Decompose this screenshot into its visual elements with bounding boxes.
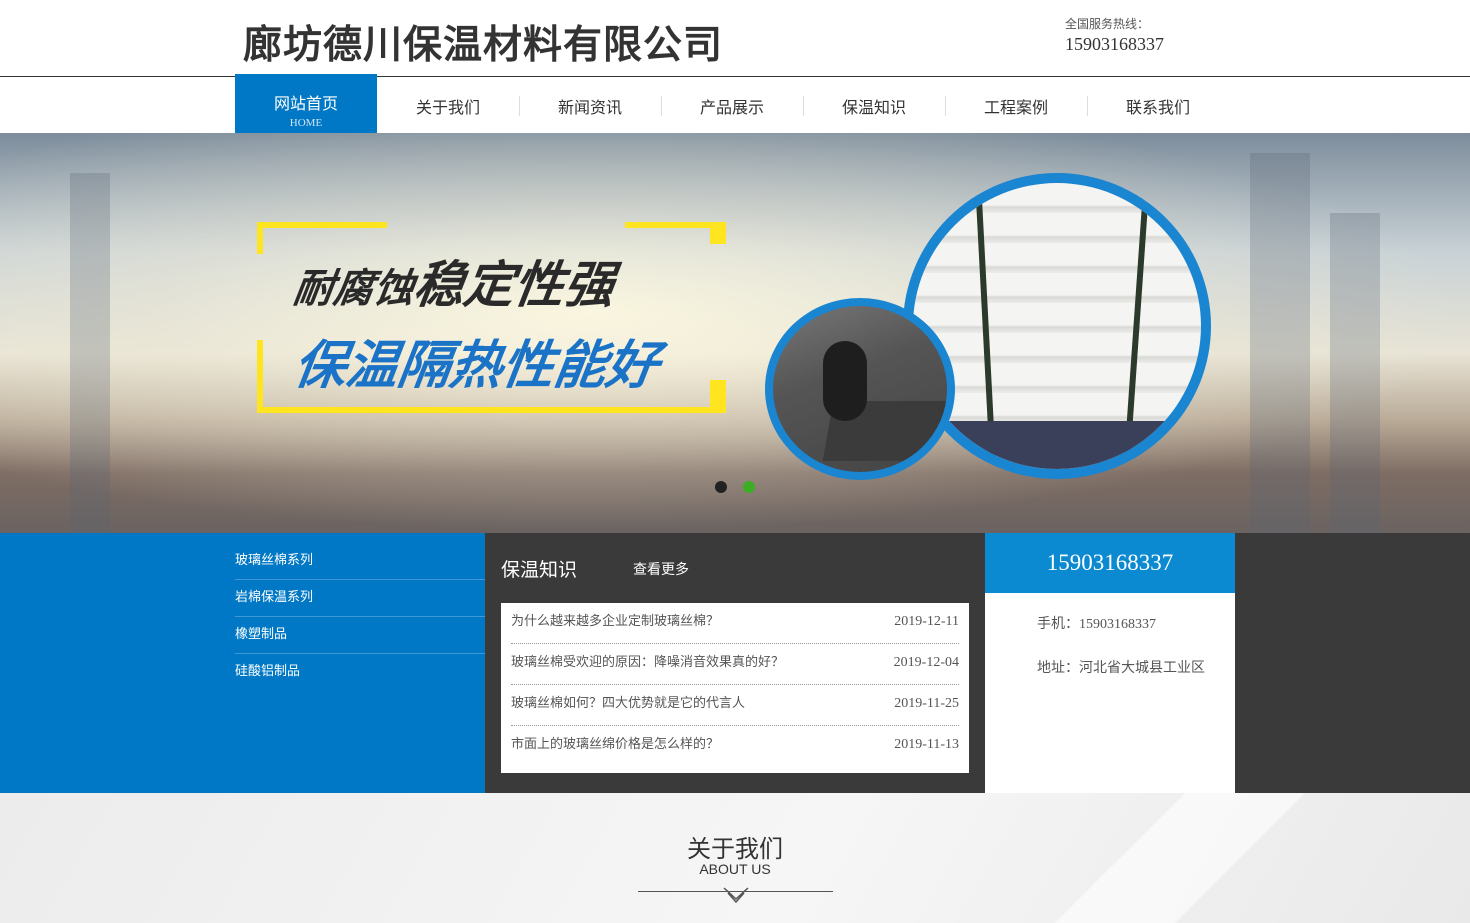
banner-slogan-line1-big: 稳定性强 [410,256,619,314]
hero-banner[interactable]: 耐腐蚀稳定性强 保温隔热性能好 [0,133,1470,533]
info-band: 玻璃丝棉系列 岩棉保温系列 橡塑制品 硅酸铝制品 保温知识 查看更多 为什么越来… [0,533,1470,793]
news-item-title[interactable]: 玻璃丝棉受欢迎的原因：降噪消音效果真的好？ [511,644,784,684]
nav-item-home[interactable]: 网站首页 HOME [235,74,377,133]
news-list-item[interactable]: 玻璃丝棉如何？四大优势就是它的代言人 2019-11-25 [511,685,959,726]
slider-dot-2[interactable] [743,481,755,493]
hotline-number: 15903168337 [1065,34,1164,54]
about-section-subtitle: ABOUT US [699,861,771,877]
banner-skyline-building [70,173,110,533]
nav-item-label: 新闻资讯 [557,98,622,117]
news-item-date: 2019-12-04 [893,655,959,670]
nav-item-label: 产品展示 [699,98,764,117]
news-list-item[interactable]: 玻璃丝棉受欢迎的原因：降噪消音效果真的好？ 2019-12-04 [511,644,959,685]
banner-slogan-line1-small: 耐腐蚀 [290,266,418,312]
nav-item-sublabel: HOME [289,117,323,129]
nav-item-cases[interactable]: 工程案例 [945,74,1087,133]
banner-slogan-line1: 耐腐蚀稳定性强 [290,245,620,317]
slider-dot-1[interactable] [715,481,727,493]
news-item-date: 2019-12-11 [894,614,959,629]
contact-address: 地址：河北省大城县工业区 [1037,661,1205,676]
contact-mobile: 手机：15903168337 [1037,617,1156,632]
company-logo-text[interactable]: 廊坊德川保温材料有限公司 [243,14,723,70]
view-more-link[interactable]: 查看更多 [633,559,689,579]
hotline-block: 全国服务热线： 15903168337 [1065,15,1164,55]
category-item[interactable]: 橡塑制品 [235,617,485,654]
news-item-date: 2019-11-25 [894,696,959,711]
main-nav: 网站首页 HOME 关于我们 新闻资讯 产品展示 保温知识 工程案例 联系我们 [0,74,1470,133]
about-section: 关于我们 ABOUT US [0,793,1470,923]
nav-item-about[interactable]: 关于我们 [377,74,519,133]
chevron-down-icon [723,887,749,904]
category-item[interactable]: 玻璃丝棉系列 [235,543,485,580]
hotline-label: 全国服务热线： [1065,17,1150,31]
category-item[interactable]: 岩棉保温系列 [235,580,485,617]
nav-item-label: 保温知识 [841,98,906,117]
product-category-list: 玻璃丝棉系列 岩棉保温系列 橡塑制品 硅酸铝制品 [235,543,485,691]
nav-item-knowledge[interactable]: 保温知识 [803,74,945,133]
about-section-title: 关于我们 [687,835,783,863]
contact-panel: 15903168337 手机：15903168337 地址：河北省大城县工业区 [985,533,1235,793]
category-item[interactable]: 硅酸铝制品 [235,654,485,691]
knowledge-news-panel: 保温知识 查看更多 为什么越来越多企业定制玻璃丝棉？ 2019-12-11 玻璃… [485,533,985,793]
glass-wool-product-image [903,173,1211,479]
banner-skyline-building [1250,153,1310,533]
news-item-date: 2019-11-13 [894,737,959,752]
nav-item-label: 联系我们 [1125,98,1190,117]
banner-slogan-line2: 保温隔热性能好 [290,336,663,396]
nav-item-news[interactable]: 新闻资讯 [519,74,661,133]
news-item-title[interactable]: 市面上的玻璃丝绵价格是怎么样的？ [511,726,719,767]
banner-skyline-building [1330,213,1380,533]
news-list-item[interactable]: 为什么越来越多企业定制玻璃丝棉？ 2019-12-11 [511,603,959,644]
nav-item-products[interactable]: 产品展示 [661,74,803,133]
news-panel-title: 保温知识 [501,559,578,581]
news-list: 为什么越来越多企业定制玻璃丝棉？ 2019-12-11 玻璃丝棉受欢迎的原因：降… [501,603,969,773]
news-list-item[interactable]: 市面上的玻璃丝绵价格是怎么样的？ 2019-11-13 [511,726,959,767]
nav-item-contact[interactable]: 联系我们 [1087,74,1229,133]
nav-item-label: 网站首页 [273,94,338,113]
news-item-title[interactable]: 为什么越来越多企业定制玻璃丝棉？ [511,603,719,643]
contact-phone-header: 15903168337 [985,533,1235,593]
nav-item-label: 关于我们 [415,98,480,117]
site-header: 廊坊德川保温材料有限公司 全国服务热线： 15903168337 [0,0,1470,77]
news-item-title[interactable]: 玻璃丝棉如何？四大优势就是它的代言人 [511,685,745,725]
rubber-foam-product-image [765,298,955,480]
nav-item-label: 工程案例 [983,98,1048,117]
